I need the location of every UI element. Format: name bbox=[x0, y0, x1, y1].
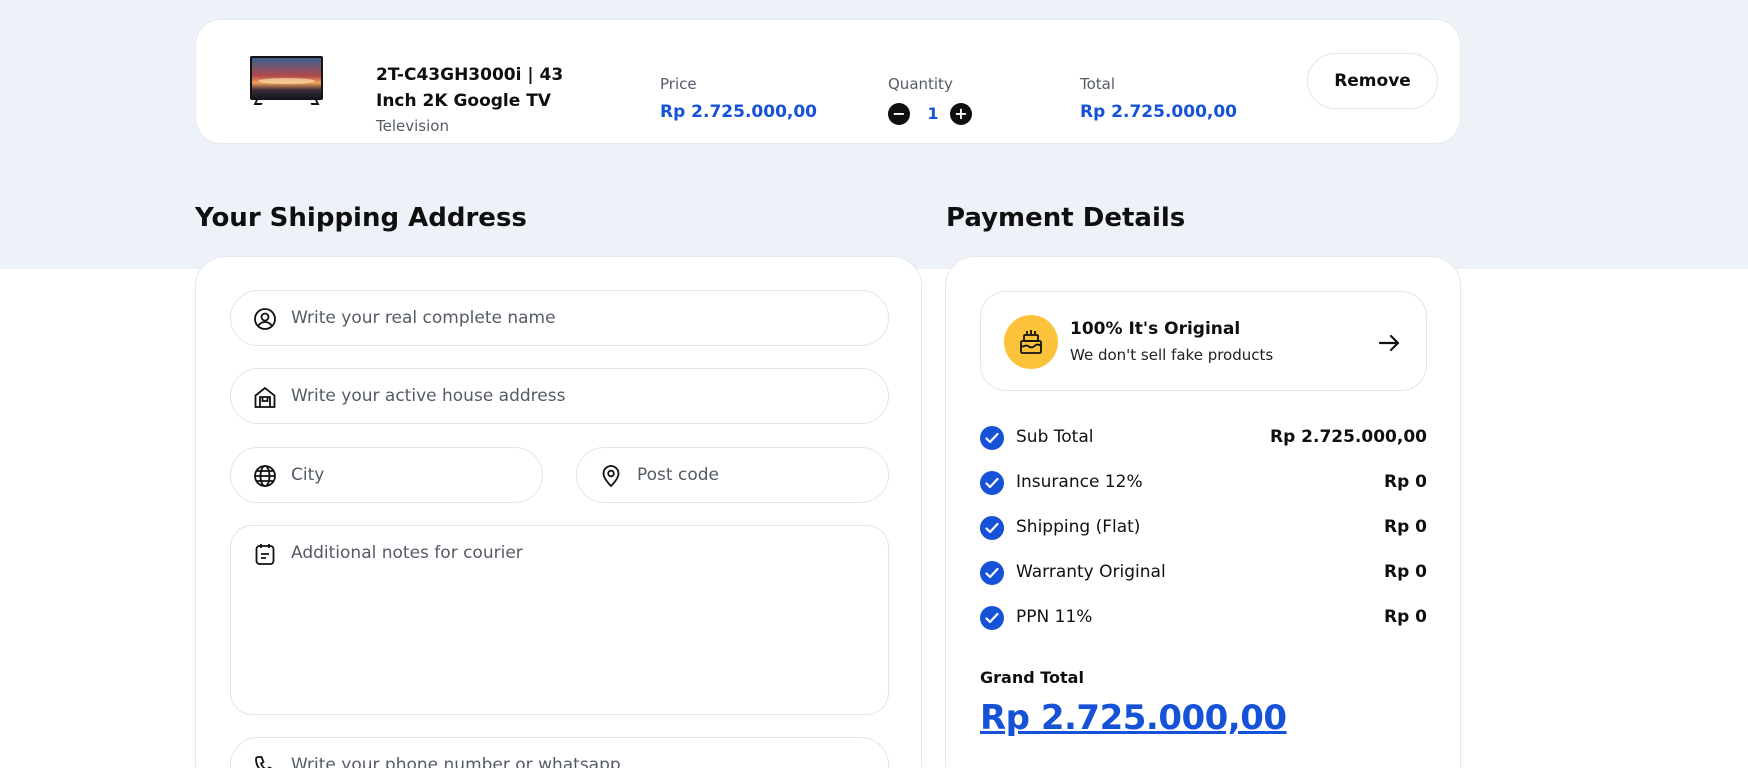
summary-row-warranty: Warranty Original Rp 0 bbox=[980, 560, 1427, 586]
checkout-container: 2T-C43GH3000i | 43 Inch 2K Google TV Tel… bbox=[195, 0, 1461, 768]
total-value: Rp 2.725.000,00 bbox=[1080, 102, 1238, 122]
payment-details-card: 100% It's Original We don't sell fake pr… bbox=[945, 256, 1461, 768]
product-category: Television bbox=[376, 117, 449, 135]
city-placeholder: City bbox=[291, 465, 325, 485]
payment-title: Payment Details bbox=[946, 203, 1186, 233]
check-circle-icon bbox=[980, 471, 1004, 495]
summary-value: Rp 2.725.000,00 bbox=[1269, 427, 1427, 447]
summary-label: PPN 11% bbox=[1016, 607, 1093, 627]
quantity-stepper: − 1 + bbox=[888, 103, 978, 125]
address-placeholder: Write your active house address bbox=[291, 386, 566, 406]
house-icon bbox=[254, 386, 276, 408]
promo-badge bbox=[1004, 315, 1058, 369]
name-placeholder: Write your real complete name bbox=[291, 308, 556, 328]
summary-row-insurance: Insurance 12% Rp 0 bbox=[980, 470, 1427, 496]
price-label: Price bbox=[660, 75, 697, 93]
arrow-right-icon[interactable] bbox=[1377, 331, 1401, 355]
product-thumbnail bbox=[250, 56, 323, 105]
phone-placeholder: Write your phone number or whatsapp bbox=[291, 755, 621, 768]
summary-label: Warranty Original bbox=[1016, 562, 1166, 582]
summary-label: Insurance 12% bbox=[1016, 472, 1143, 492]
courier-notes-field[interactable]: Additional notes for courier bbox=[230, 525, 889, 715]
quantity-decrease-button[interactable]: − bbox=[888, 103, 910, 125]
summary-row-shipping: Shipping (Flat) Rp 0 bbox=[980, 515, 1427, 541]
postcode-placeholder: Post code bbox=[637, 465, 719, 485]
summary-value: Rp 0 bbox=[1383, 472, 1427, 492]
grand-total-value[interactable]: Rp 2.725.000,00 bbox=[980, 698, 1287, 738]
quantity-value: 1 bbox=[927, 104, 939, 123]
name-field[interactable]: Write your real complete name bbox=[230, 290, 889, 346]
summary-row-subtotal: Sub Total Rp 2.725.000,00 bbox=[980, 425, 1427, 451]
cake-icon bbox=[1020, 330, 1042, 354]
check-circle-icon bbox=[980, 561, 1004, 585]
summary-row-ppn: PPN 11% Rp 0 bbox=[980, 605, 1427, 631]
promo-title: 100% It's Original bbox=[1070, 319, 1241, 339]
check-circle-icon bbox=[980, 516, 1004, 540]
address-field[interactable]: Write your active house address bbox=[230, 368, 889, 424]
summary-label: Sub Total bbox=[1016, 427, 1094, 447]
promo-subtitle: We don't sell fake products bbox=[1070, 346, 1274, 364]
quantity-label: Quantity bbox=[888, 75, 953, 93]
summary-label: Shipping (Flat) bbox=[1016, 517, 1141, 537]
shipping-form-card: Write your real complete name Write your… bbox=[195, 256, 922, 768]
total-label: Total bbox=[1080, 75, 1116, 93]
notes-placeholder: Additional notes for courier bbox=[291, 543, 523, 563]
price-value: Rp 2.725.000,00 bbox=[660, 102, 818, 122]
tv-screen-image bbox=[250, 56, 323, 100]
original-guarantee-banner[interactable]: 100% It's Original We don't sell fake pr… bbox=[980, 291, 1427, 391]
phone-icon bbox=[255, 756, 273, 768]
remove-button[interactable]: Remove bbox=[1307, 53, 1438, 109]
city-field[interactable]: City bbox=[230, 447, 543, 503]
phone-field[interactable]: Write your phone number or whatsapp bbox=[230, 737, 889, 768]
globe-icon bbox=[254, 465, 276, 487]
quantity-increase-button[interactable]: + bbox=[950, 103, 972, 125]
grand-total-label: Grand Total bbox=[980, 668, 1084, 687]
shipping-title: Your Shipping Address bbox=[195, 203, 527, 233]
check-circle-icon bbox=[980, 606, 1004, 630]
cart-item-card: 2T-C43GH3000i | 43 Inch 2K Google TV Tel… bbox=[195, 19, 1461, 144]
product-name[interactable]: 2T-C43GH3000i | 43 Inch 2K Google TV bbox=[376, 62, 576, 114]
check-circle-icon bbox=[980, 426, 1004, 450]
summary-value: Rp 0 bbox=[1383, 607, 1427, 627]
summary-value: Rp 0 bbox=[1383, 562, 1427, 582]
map-pin-icon bbox=[602, 465, 620, 488]
postcode-field[interactable]: Post code bbox=[576, 447, 889, 503]
user-icon bbox=[254, 308, 276, 330]
summary-value: Rp 0 bbox=[1383, 517, 1427, 537]
note-icon bbox=[255, 544, 275, 565]
